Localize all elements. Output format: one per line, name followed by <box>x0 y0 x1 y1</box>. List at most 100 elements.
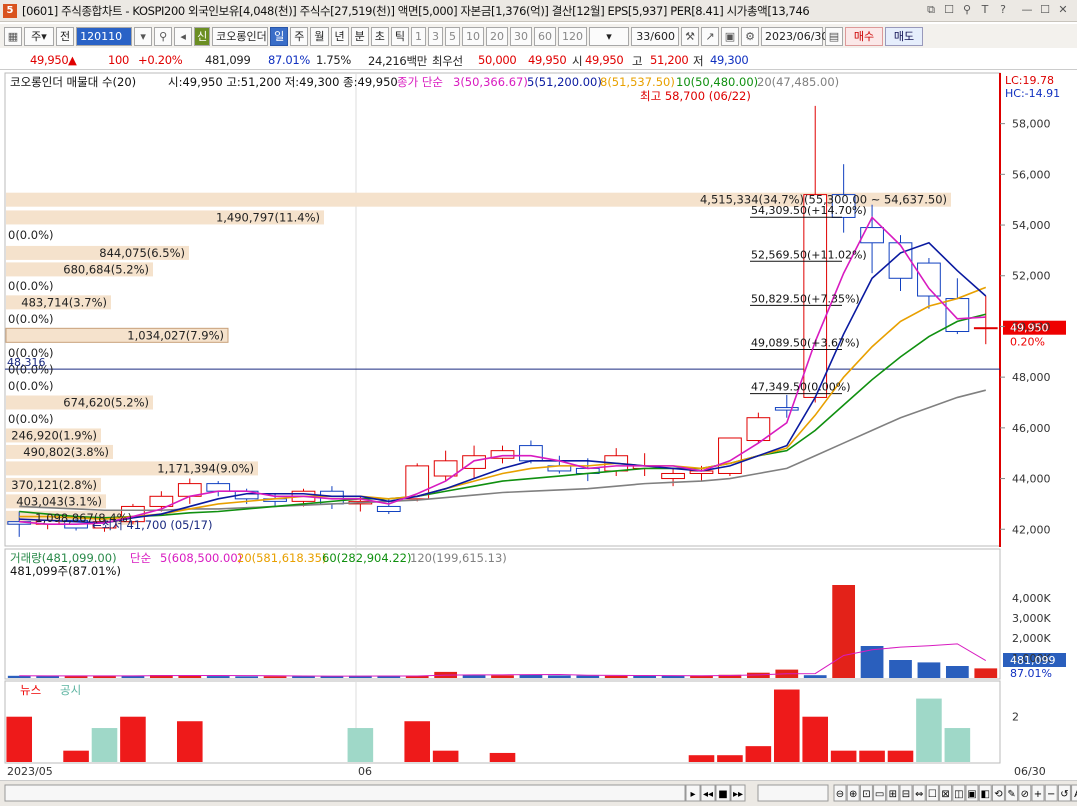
y-tick-label: 48,000 <box>1012 371 1051 384</box>
code-dropdown-icon[interactable]: ▾ <box>134 26 153 46</box>
interval-120[interactable]: 120 <box>558 26 587 46</box>
news-bar <box>745 746 772 762</box>
window-title: [0601] 주식종합차트 - KOSPI200 외국인보유[4,048(천)]… <box>22 3 810 18</box>
font-icon[interactable]: T <box>978 3 992 17</box>
interval-60[interactable]: 60 <box>534 26 556 46</box>
volume-profile-label: 0(0.0%) <box>8 312 54 326</box>
period-week[interactable]: 주 <box>290 26 309 46</box>
volume-ma-1: 20(581,618.35) <box>237 551 326 565</box>
ma-header-4: 20(47,485.00) <box>757 75 839 89</box>
stock-chart[interactable]: 4,515,334(34.7%)(55,300.00 ~ 54,637.50)1… <box>0 72 1077 780</box>
volume-tag-label: 481,099 <box>1010 654 1056 667</box>
candle-body <box>376 505 401 513</box>
prev-button[interactable]: 전 <box>56 26 75 46</box>
ma-header-0: 3(50,366.67) <box>453 75 528 89</box>
date-input[interactable]: 2023/06/30 <box>761 26 828 46</box>
volume-bar <box>974 668 998 678</box>
calendar-icon[interactable]: ▤ <box>825 26 843 46</box>
zoom-tool-11-icon: ◧ <box>980 789 989 800</box>
period-minute[interactable]: 분 <box>350 26 369 46</box>
zoom-tool-17-icon: ↺ <box>1060 789 1068 800</box>
news-bar <box>404 721 431 762</box>
y-tick-label: 58,000 <box>1012 118 1051 131</box>
volume-profile-label: 1,034,027(7.9%) <box>127 328 224 342</box>
interval-5[interactable]: 5 <box>445 26 460 46</box>
high-annotation: 최고 58,700 (06/22) <box>640 89 751 103</box>
news-bar <box>347 728 374 762</box>
volume-bar <box>491 675 514 678</box>
fib-label: 49,089.50(+3.67%) <box>751 337 860 350</box>
draw-icon[interactable]: ↗ <box>701 26 719 46</box>
volume-bar <box>803 675 827 678</box>
period-month[interactable]: 월 <box>310 26 329 46</box>
volume-profile-label: 0(0.0%) <box>8 412 54 426</box>
tool-icon[interactable]: ⚒ <box>681 26 699 46</box>
zoom-tool-10-icon: ▣ <box>967 789 976 800</box>
best-quote-label: 최우선 <box>432 54 463 68</box>
zoom-slider[interactable] <box>757 784 829 802</box>
turnover: 1.75% <box>316 53 352 67</box>
close-icon[interactable]: ✕ <box>1056 3 1070 17</box>
search-icon[interactable]: ⚲ <box>154 26 173 46</box>
news-bar <box>916 698 942 762</box>
market-select[interactable]: 주▾ <box>24 26 54 46</box>
maximize-chart-icon[interactable]: ☐ <box>942 3 956 17</box>
tile-icon[interactable]: ⧉ <box>924 3 938 17</box>
volume-bar <box>889 660 912 678</box>
candle-body <box>519 445 543 462</box>
news-label: 뉴스 <box>20 683 41 697</box>
sell-button[interactable]: 매도 <box>885 26 923 46</box>
period-tick[interactable]: 틱 <box>390 26 409 46</box>
news-bar <box>802 716 829 762</box>
volume-bar <box>235 676 259 678</box>
status-bar: ▸◂◂■▸▸⊖⊕⊡▭⊞⊟⇔☐⊠◫▣◧⟲✎⊘+−↺A <box>0 780 1077 806</box>
volume-profile-label: 246,920(1.9%) <box>11 428 97 442</box>
interval-1[interactable]: 1 <box>411 26 426 46</box>
up-arrow-icon: ▲ <box>68 53 77 67</box>
news-bar <box>944 728 971 762</box>
news-bar <box>432 750 459 762</box>
y-tick-label: 54,000 <box>1012 219 1051 232</box>
settings-icon[interactable]: ⚙ <box>741 26 759 46</box>
sound-icon[interactable]: ◂ <box>174 26 193 46</box>
volume-profile-label: 1,171,394(9.0%) <box>157 461 254 475</box>
page-count[interactable]: 33/600 <box>631 26 679 46</box>
ma-header-label: 종가 단순 <box>397 75 443 89</box>
help-icon[interactable]: ? <box>996 3 1010 17</box>
high-price: 51,200 <box>650 53 689 67</box>
period-day[interactable]: 일 <box>270 26 289 46</box>
interval-30[interactable]: 30 <box>510 26 532 46</box>
restore-icon[interactable]: ☐ <box>1038 3 1052 17</box>
scrollbar-track[interactable] <box>4 784 686 802</box>
search-icon[interactable]: ⚲ <box>960 3 974 17</box>
buy-button[interactable]: 매수 <box>845 26 883 46</box>
ma-header-1: 5(51,200.00) <box>527 75 602 89</box>
period-second[interactable]: 초 <box>370 26 389 46</box>
candle-body <box>774 407 799 411</box>
volume-profile-label: 0(0.0%) <box>8 279 54 293</box>
y-tick-label: 44,000 <box>1012 473 1051 486</box>
volume-bar <box>604 675 628 678</box>
volume-bar <box>547 675 571 678</box>
interval-3[interactable]: 3 <box>428 26 443 46</box>
volume-ma-0: 5(608,500.00) <box>160 551 242 565</box>
y-tick-label: 52,000 <box>1012 270 1051 283</box>
interval-dropdown[interactable]: ▾ <box>589 26 629 46</box>
fib-label: 54,309.50(+14.70%) <box>751 204 867 217</box>
zoom-tool-9-icon: ◫ <box>954 789 963 800</box>
news-bar <box>773 689 800 762</box>
layout-icon[interactable]: ▦ <box>4 26 22 46</box>
lc-label: LC:19.78 <box>1005 74 1054 87</box>
price-tag-label: 49,950 <box>1010 322 1049 335</box>
interval-20[interactable]: 20 <box>486 26 508 46</box>
save-icon[interactable]: ▣ <box>721 26 739 46</box>
stock-code-input[interactable]: 120110 <box>76 26 133 46</box>
zoom-tool-0-icon: ⊖ <box>836 789 844 800</box>
candle-body <box>917 262 941 297</box>
volume-tick-label: 3,000K <box>1012 612 1051 625</box>
zoom-tool-5-icon: ⊟ <box>902 789 910 800</box>
volume-profile-label: 403,043(3.1%) <box>16 494 102 508</box>
minimize-icon[interactable]: — <box>1020 3 1034 17</box>
interval-10[interactable]: 10 <box>462 26 484 46</box>
period-year[interactable]: 년 <box>330 26 349 46</box>
